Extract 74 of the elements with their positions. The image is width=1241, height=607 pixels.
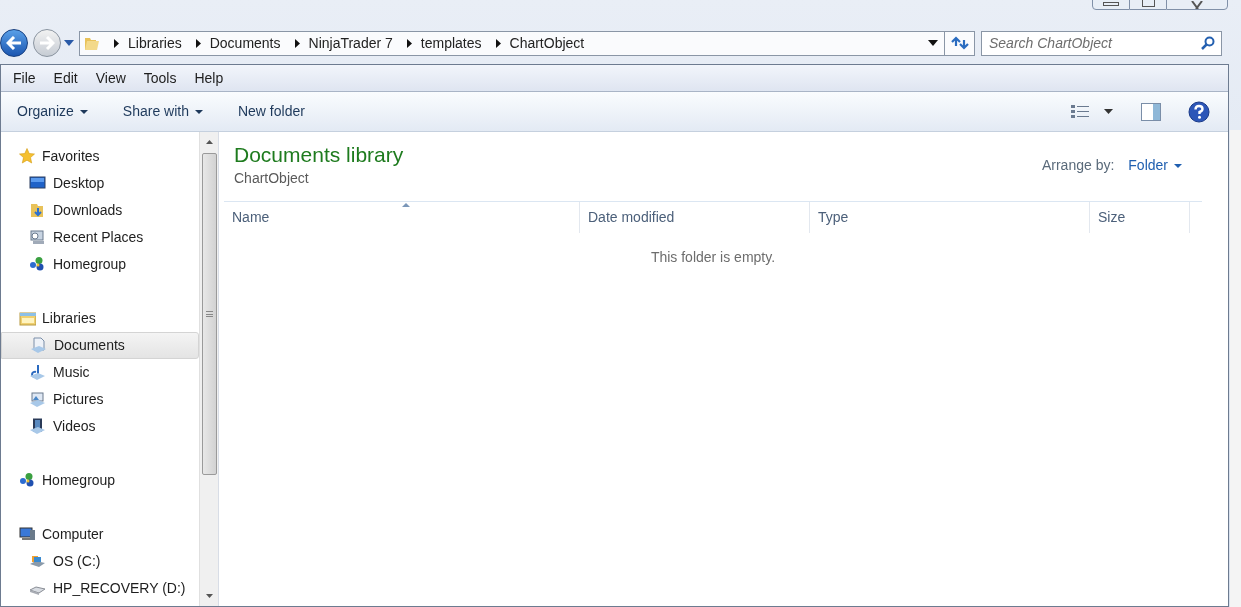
sort-arrow-icon <box>401 203 410 207</box>
arrange-dropdown[interactable]: Folder <box>1128 155 1182 176</box>
column-header[interactable]: Name <box>224 202 580 233</box>
sidebar-item[interactable]: Documents <box>1 332 199 359</box>
picture-icon <box>29 391 46 408</box>
search-icon[interactable] <box>1201 35 1215 50</box>
toolbar-button[interactable]: Share with <box>114 101 211 122</box>
folder-icon <box>29 202 46 219</box>
arrange-label: Arrange by: <box>1041 156 1115 175</box>
column-header[interactable]: Type <box>810 202 1090 233</box>
dropdown-icon[interactable] <box>928 40 938 46</box>
scroll-down-icon[interactable] <box>205 594 213 598</box>
column-header[interactable]: Size <box>1090 202 1190 233</box>
star-icon <box>19 148 36 165</box>
address-bar[interactable]: Libraries Documents NinjaTrader 7 templates ChartObject <box>79 30 945 56</box>
breadcrumb-link[interactable]: ChartObject <box>509 32 585 54</box>
menu-item[interactable]: View <box>88 67 133 89</box>
chevron-icon[interactable] <box>114 38 119 48</box>
scrollbar[interactable] <box>199 132 218 606</box>
network-icon <box>19 472 36 489</box>
sidebar-item[interactable]: OS (C:) <box>1 548 199 575</box>
caret-icon[interactable] <box>1104 109 1113 114</box>
computer-icon <box>19 526 36 543</box>
document-icon <box>30 337 47 354</box>
chevron-icon[interactable] <box>294 38 300 48</box>
network-icon <box>29 256 46 273</box>
history-dropdown-icon[interactable] <box>64 40 74 46</box>
sidebar-header[interactable]: Favorites <box>1 143 199 170</box>
column-header[interactable]: Date modified <box>580 202 810 233</box>
toolbar-button[interactable]: Organize <box>9 101 96 122</box>
breadcrumb-link[interactable]: templates <box>420 32 482 54</box>
empty-folder-message: This folder is empty. <box>650 249 776 265</box>
sidebar-item[interactable]: Videos <box>1 413 199 440</box>
breadcrumb-link[interactable]: NinjaTrader 7 <box>308 32 393 54</box>
sidebar-item[interactable]: Homegroup <box>1 251 199 278</box>
caret-icon <box>1174 163 1182 168</box>
view-options-icon[interactable] <box>1070 103 1090 120</box>
toolbar-button[interactable]: New folder <box>229 101 313 122</box>
library-icon <box>19 310 36 327</box>
sidebar-item[interactable]: Pictures <box>1 386 199 413</box>
drive-icon <box>29 553 46 570</box>
sidebar-header[interactable]: Homegroup <box>1 467 199 494</box>
note-icon <box>29 364 46 381</box>
refresh-button[interactable] <box>945 30 975 56</box>
sidebar-item[interactable]: Recent Places <box>1 224 199 251</box>
arrow-icon <box>6 36 22 50</box>
refresh-icon <box>950 36 969 50</box>
arrow-icon <box>39 36 55 50</box>
sidebar-item[interactable]: HP_RECOVERY (D:) <box>1 575 199 602</box>
breadcrumb-link[interactable]: Documents <box>209 32 281 54</box>
help-icon[interactable] <box>1188 100 1210 123</box>
sidebar-header[interactable]: Libraries <box>1 305 199 332</box>
film-icon <box>29 418 46 435</box>
monitor-icon <box>29 175 46 192</box>
menu-item[interactable]: Tools <box>136 67 184 89</box>
chevron-icon[interactable] <box>195 38 201 48</box>
close-icon <box>1189 1 1205 9</box>
preview-pane-icon[interactable] <box>1141 102 1161 121</box>
sidebar-item[interactable]: Desktop <box>1 170 199 197</box>
menu-item[interactable]: Edit <box>46 67 85 89</box>
menu-item[interactable]: File <box>6 67 43 89</box>
menu-item[interactable]: Help <box>187 67 231 89</box>
scroll-up-icon[interactable] <box>205 140 213 144</box>
window-icon <box>29 229 46 246</box>
library-title: Documents library <box>234 142 404 167</box>
library-subtitle: ChartObject <box>234 169 310 188</box>
chevron-icon[interactable] <box>406 38 412 48</box>
sidebar-item[interactable]: Downloads <box>1 197 199 224</box>
search-field[interactable]: Search ChartObject <box>981 30 1222 56</box>
folder-icon <box>84 35 100 51</box>
breadcrumb-link[interactable]: Libraries <box>128 32 182 54</box>
chevron-icon[interactable] <box>495 38 501 48</box>
sidebar-item[interactable]: Music <box>1 359 199 386</box>
sidebar-header[interactable]: Computer <box>1 521 199 548</box>
